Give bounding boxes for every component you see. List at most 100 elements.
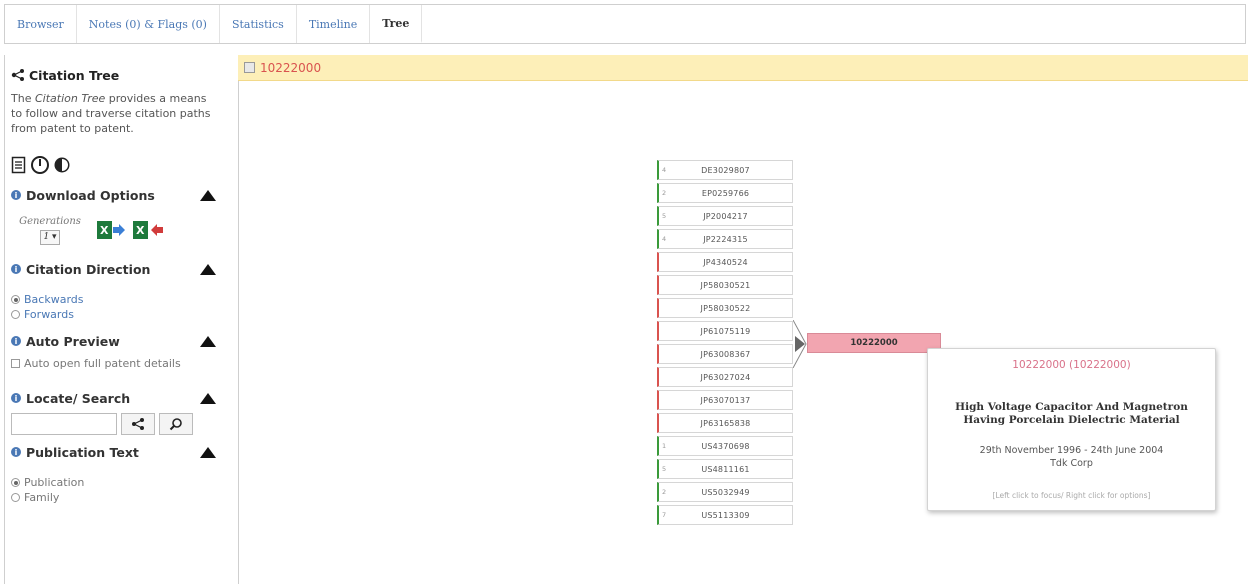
citation-node[interactable]: JP61075119: [657, 321, 793, 341]
auto-open-label: Auto open full patent details: [24, 357, 181, 370]
patent-header-title: 10222000: [260, 60, 322, 75]
radio-icon[interactable]: [11, 478, 20, 487]
sidebar: Citation Tree The Citation Tree provides…: [4, 55, 232, 584]
citation-node[interactable]: JP63165838: [657, 413, 793, 433]
tooltip-title-line1: High Voltage Capacitor And Magnetron: [955, 401, 1188, 413]
node-level: 2: [662, 488, 667, 496]
node-patent-number: EP0259766: [701, 188, 750, 198]
sidebar-title: Citation Tree: [11, 65, 228, 85]
citation-node[interactable]: JP63070137: [657, 390, 793, 410]
citation-node[interactable]: 4 DE3029807: [657, 160, 793, 180]
tooltip-patent-title: High Voltage Capacitor And Magnetron Hav…: [928, 401, 1215, 427]
tab-tree[interactable]: Tree: [370, 5, 423, 43]
collapse-arrow-icon[interactable]: [200, 335, 216, 347]
excel-import-icon[interactable]: X: [131, 219, 165, 241]
publication-text-title: Publication Text: [26, 444, 139, 460]
publication-text-header[interactable]: i Publication Text: [11, 443, 228, 461]
citation-node[interactable]: JP63027024: [657, 367, 793, 387]
excel-export-icon[interactable]: X: [95, 219, 127, 241]
radio-icon[interactable]: [11, 310, 20, 319]
citation-node[interactable]: 4 JP2224315: [657, 229, 793, 249]
citation-node[interactable]: JP4340524: [657, 252, 793, 272]
collapse-arrow-icon[interactable]: [200, 446, 216, 458]
radio-forwards[interactable]: Forwards: [11, 307, 228, 322]
citation-node[interactable]: JP63008367: [657, 344, 793, 364]
tooltip-hint: [Left click to focus/ Right click for op…: [992, 491, 1151, 500]
node-patent-number: US4370698: [701, 441, 750, 451]
contrast-icon[interactable]: [53, 156, 71, 174]
citation-node[interactable]: JP58030521: [657, 275, 793, 295]
tool-icon-row: [11, 154, 228, 176]
tab-browser[interactable]: Browser: [5, 5, 77, 43]
radio-backwards[interactable]: Backwards: [11, 292, 228, 307]
node-patent-number: JP63027024: [700, 372, 751, 382]
radio-forwards-label: Forwards: [24, 308, 74, 321]
radio-icon[interactable]: [11, 295, 20, 304]
generations-box: Generations 1 ▾ X X: [11, 210, 228, 250]
node-patent-number: JP63165838: [700, 418, 751, 428]
node-patent-number: JP58030521: [700, 280, 751, 290]
root-patent-node[interactable]: 10222000: [807, 333, 941, 353]
node-patent-number: JP58030522: [700, 303, 751, 313]
document-icon[interactable]: [11, 156, 27, 174]
share-tree-icon: [11, 69, 24, 81]
citation-node[interactable]: 7 US5113309: [657, 505, 793, 525]
sidebar-description: The Citation Tree provides a means to fo…: [11, 91, 211, 136]
auto-preview-title: Auto Preview: [26, 333, 120, 349]
tab-statistics[interactable]: Statistics: [220, 5, 297, 43]
collapse-arrow-icon[interactable]: [200, 263, 216, 275]
node-patent-number: JP63008367: [700, 349, 751, 359]
info-icon[interactable]: i: [11, 393, 21, 403]
citation-node[interactable]: 5 JP2004217: [657, 206, 793, 226]
tree-connector-arrow: [793, 320, 807, 368]
citation-node[interactable]: JP58030522: [657, 298, 793, 318]
node-patent-number: US4811161: [701, 464, 750, 474]
auto-open-checkbox-row[interactable]: Auto open full patent details: [11, 356, 228, 371]
desc-text-italic: Citation Tree: [34, 92, 106, 105]
auto-open-checkbox[interactable]: [11, 359, 20, 368]
radio-family[interactable]: Family: [11, 490, 228, 505]
info-icon[interactable]: i: [11, 190, 21, 200]
search-button[interactable]: [159, 413, 193, 435]
node-level: 5: [662, 465, 667, 473]
auto-preview-header[interactable]: i Auto Preview: [11, 332, 228, 350]
tab-timeline[interactable]: Timeline: [297, 5, 371, 43]
citation-direction-header[interactable]: i Citation Direction: [11, 260, 228, 278]
tab-bar: Browser Notes (0) & Flags (0) Statistics…: [4, 4, 1246, 44]
locate-search-header[interactable]: i Locate/ Search: [11, 389, 228, 407]
info-icon[interactable]: i: [11, 447, 21, 457]
info-icon[interactable]: i: [11, 336, 21, 346]
download-options-title: Download Options: [26, 187, 155, 203]
download-options-header[interactable]: i Download Options: [11, 186, 228, 204]
generations-label: Generations: [19, 216, 81, 227]
node-patent-number: US5032949: [701, 487, 750, 497]
info-icon[interactable]: i: [11, 264, 21, 274]
search-input[interactable]: [11, 413, 117, 435]
svg-text:X: X: [100, 224, 109, 237]
node-level: 2: [662, 189, 667, 197]
citation-direction-title: Citation Direction: [26, 261, 151, 277]
power-icon[interactable]: [30, 155, 50, 175]
sidebar-title-text: Citation Tree: [29, 67, 120, 83]
radio-publication-label: Publication: [24, 476, 85, 489]
node-patent-number: JP2004217: [703, 211, 748, 221]
radio-family-label: Family: [24, 491, 60, 504]
collapse-arrow-icon[interactable]: [200, 189, 216, 201]
radio-icon[interactable]: [11, 493, 20, 502]
document-icon[interactable]: [244, 62, 255, 73]
citation-node[interactable]: 5 US4811161: [657, 459, 793, 479]
tooltip-heading: 10222000 (10222000): [1012, 359, 1131, 371]
node-patent-number: JP61075119: [700, 326, 751, 336]
node-level: 1: [662, 442, 667, 450]
generations-group: Generations 1 ▾: [11, 215, 81, 245]
citation-node[interactable]: 1 US4370698: [657, 436, 793, 456]
collapse-arrow-icon[interactable]: [200, 392, 216, 404]
node-patent-number: JP2224315: [703, 234, 748, 244]
citation-node[interactable]: 2 EP0259766: [657, 183, 793, 203]
radio-publication[interactable]: Publication: [11, 475, 228, 490]
locate-button[interactable]: [121, 413, 155, 435]
generations-select[interactable]: 1 ▾: [40, 230, 60, 245]
citation-node[interactable]: 2 US5032949: [657, 482, 793, 502]
tab-notes-flags[interactable]: Notes (0) & Flags (0): [77, 5, 220, 43]
node-patent-number: US5113309: [701, 510, 750, 520]
